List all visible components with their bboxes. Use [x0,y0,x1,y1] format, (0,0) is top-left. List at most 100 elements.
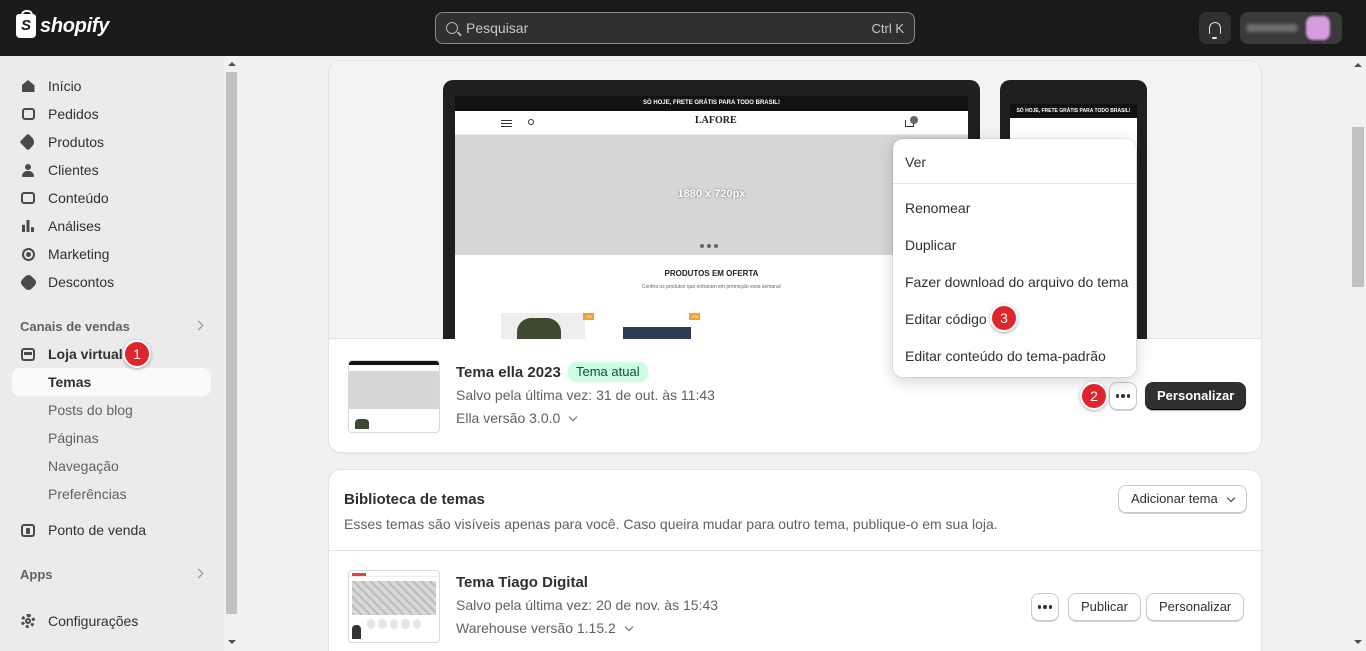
tag-icon [19,133,37,151]
scroll-down-arrow-icon[interactable] [1354,640,1362,644]
theme-actions-menu: Ver Renomear Duplicar Fazer download do … [893,139,1136,377]
menu-item-edit-default-content[interactable]: Editar conteúdo do tema-padrão [905,348,1106,364]
apps-title[interactable]: Apps [20,567,53,582]
desktop-screen: SÓ HOJE, FRETE GRÁTIS PARA TODO BRASIL! … [455,96,968,340]
menu-item-download[interactable]: Fazer download do arquivo do tema [905,274,1128,290]
store-icon [20,346,36,362]
add-theme-button[interactable]: Adicionar tema [1118,485,1247,513]
target-icon [20,246,36,262]
preview-hero-text: 1880 x 720px [677,188,746,200]
search-shortcut: Ctrl K [871,20,905,36]
shopify-bag-icon: S [16,10,36,38]
library-more-actions-button[interactable] [1031,593,1059,621]
sidebar-item-customers[interactable]: Clientes [12,156,211,184]
sidebar-item-products[interactable]: Produtos [12,128,211,156]
sidebar-item-analytics[interactable]: Análises [12,212,211,240]
more-actions-button[interactable] [1109,382,1137,410]
search-input[interactable]: Pesquisar Ctrl K [435,12,915,44]
step-badge-1: 1 [123,340,151,368]
theme-version: Ella versão 3.0.0 [456,410,561,426]
discount-tag: -0% [583,313,595,320]
menu-icon [501,120,512,127]
menu-item-rename[interactable]: Renomear [905,200,970,216]
sidebar-item-point-of-sale[interactable]: Ponto de venda [12,516,211,544]
sidebar-item-blog-posts[interactable]: Posts do blog [12,396,211,424]
sales-channels-title[interactable]: Canais de vendas [20,319,130,334]
mobile-promo-text: SÓ HOJE, FRETE GRÁTIS PARA TODO BRASIL! [1010,104,1137,118]
sidebar-item-marketing[interactable]: Marketing [12,240,211,268]
search-placeholder: Pesquisar [466,20,529,36]
sidebar-item-label: Pedidos [48,106,99,122]
sidebar-item-preferences[interactable]: Preferências [12,480,211,508]
sidebar-item-pages[interactable]: Páginas [12,424,211,452]
scroll-down-arrow-icon[interactable] [228,640,236,644]
sidebar-item-label: Conteúdo [48,190,109,206]
main-scroll-thumb[interactable] [1352,127,1364,287]
sidebar-item-themes[interactable]: Temas [12,368,211,396]
scroll-up-arrow-icon[interactable] [228,62,236,66]
notifications-button[interactable] [1199,12,1231,44]
scroll-up-arrow-icon[interactable] [1354,63,1362,67]
library-theme-version-toggle[interactable]: Warehouse versão 1.15.2 [456,620,634,636]
menu-divider [893,183,1136,184]
logo-text: shopify [40,14,110,37]
cart-count-badge [910,116,918,124]
step-badge-2: 2 [1080,382,1108,410]
sidebar-item-label: Clientes [48,162,99,178]
sidebar-item-label: Marketing [48,246,110,262]
avatar [1306,16,1330,40]
sidebar-item-label: Loja virtual [48,346,123,362]
preview-offers-title: PRODUTOS EM OFERTA [664,269,759,278]
top-bar: S shopify Pesquisar Ctrl K [0,0,1366,56]
divider [329,550,1261,551]
library-description: Esses temas são visíveis apenas para voc… [344,516,998,532]
customize-button[interactable]: Personalizar [1145,382,1247,410]
discount-icon [18,272,38,292]
search-icon [446,22,458,34]
publish-button[interactable]: Publicar [1068,593,1141,621]
discount-tag: -0% [689,313,701,320]
theme-thumbnail[interactable] [348,570,440,643]
chevron-down-icon [569,412,578,422]
sidebar-item-label: Início [48,78,82,94]
sidebar-scroll-thumb[interactable] [226,72,237,614]
library-theme-version: Warehouse versão 1.15.2 [456,620,616,636]
sidebar-item-settings[interactable]: Configurações [12,607,211,635]
bar-chart-icon [20,218,36,234]
shopify-logo[interactable]: S shopify [16,10,110,38]
status-badge: Tema atual [568,362,648,382]
sidebar-item-discounts[interactable]: Descontos [12,268,211,296]
theme-library-card: Biblioteca de temas Adicionar tema Esses… [329,470,1261,651]
preview-promo-text: SÓ HOJE, FRETE GRÁTIS PARA TODO BRASIL! [455,96,968,111]
sidebar-item-label: Produtos [48,134,105,150]
user-menu-button[interactable] [1240,12,1342,44]
gear-icon [20,613,36,629]
content-icon [20,190,36,206]
person-icon [20,162,36,178]
sidebar-item-content[interactable]: Conteúdo [12,184,211,212]
menu-item-duplicate[interactable]: Duplicar [905,237,956,253]
theme-version-toggle[interactable]: Ella versão 3.0.0 [456,410,578,426]
sidebar-item-orders[interactable]: Pedidos [12,100,211,128]
menu-item-edit-code[interactable]: Editar código [905,311,987,327]
pos-icon [20,522,36,538]
library-customize-button[interactable]: Personalizar [1146,593,1245,621]
inbox-icon [20,106,36,122]
menu-item-view[interactable]: Ver [905,154,926,170]
chevron-down-icon [1226,493,1235,503]
carousel-dots [700,244,718,248]
preview-offers-subtitle: Confira os produtos que entraram em prom… [641,284,782,290]
library-theme-saved-time: Salvo pela última vez: 20 de nov. às 15:… [456,597,719,613]
sidebar-item-online-store[interactable]: Loja virtual [12,340,211,368]
theme-name: Tema ella 2023 [456,364,561,381]
home-icon [20,78,36,94]
sidebar-item-navigation[interactable]: Navegação [12,452,211,480]
sidebar-item-home[interactable]: Início [12,72,211,100]
sidebar-item-label: Descontos [48,274,115,290]
step-badge-3: 3 [990,304,1018,332]
search-icon [528,119,534,125]
preview-header: LAFORE [455,111,968,135]
theme-thumbnail[interactable] [348,360,440,433]
sidebar-item-label: Análises [48,218,101,234]
library-theme-name: Tema Tiago Digital [456,574,588,591]
